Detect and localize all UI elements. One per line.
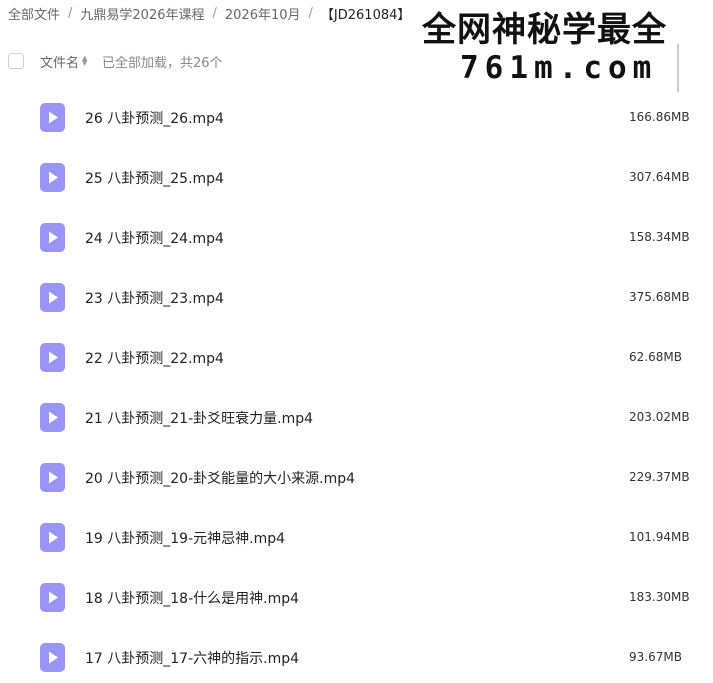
file-name[interactable]: 17 八卦预测_17-六神的指示.mp4	[85, 648, 299, 668]
video-file-icon	[40, 163, 65, 192]
file-name[interactable]: 19 八卦预测_19-元神忌神.mp4	[85, 528, 285, 548]
file-size: 183.30MB	[629, 590, 690, 604]
watermark-overlay: 全网神秘学最全 761m.com	[412, 0, 713, 96]
video-file-icon	[40, 283, 65, 312]
column-header-filename[interactable]: 文件名 ▲ ▼	[40, 52, 88, 71]
file-row[interactable]: 18 八卦预测_18-什么是用神.mp4 183.30MB	[0, 568, 713, 628]
breadcrumb-item-all-files[interactable]: 全部文件	[8, 4, 60, 23]
breadcrumb-item-course[interactable]: 九鼎易学2026年课程	[80, 4, 204, 23]
file-row[interactable]: 21 八卦预测_21-卦爻旺衰力量.mp4 203.02MB	[0, 388, 713, 448]
file-size: 229.37MB	[629, 470, 690, 484]
breadcrumb-separator: /	[308, 5, 313, 21]
file-size: 203.02MB	[629, 410, 690, 424]
watermark-url: 761m.com	[460, 50, 658, 86]
breadcrumb: 全部文件 / 九鼎易学2026年课程 / 2026年10月 / 【JD26108…	[8, 4, 411, 23]
file-size: 101.94MB	[629, 530, 690, 544]
file-name[interactable]: 21 八卦预测_21-卦爻旺衰力量.mp4	[85, 408, 313, 428]
video-file-icon	[40, 403, 65, 432]
file-size: 62.68MB	[629, 350, 682, 364]
file-name[interactable]: 26 八卦预测_26.mp4	[85, 108, 224, 128]
file-row[interactable]: 19 八卦预测_19-元神忌神.mp4 101.94MB	[0, 508, 713, 568]
file-name[interactable]: 22 八卦预测_22.mp4	[85, 348, 224, 368]
breadcrumb-separator: /	[212, 5, 217, 21]
column-header-filename-label: 文件名	[40, 55, 80, 71]
file-row[interactable]: 24 八卦预测_24.mp4 158.34MB	[0, 208, 713, 268]
file-row[interactable]: 20 八卦预测_20-卦爻能量的大小来源.mp4 229.37MB	[0, 448, 713, 508]
breadcrumb-separator: /	[68, 5, 73, 21]
list-header: 文件名 ▲ ▼ 已全部加载，共26个	[0, 50, 223, 72]
video-file-icon	[40, 463, 65, 492]
video-file-icon	[40, 523, 65, 552]
file-size: 307.64MB	[629, 170, 690, 184]
watermark-divider	[677, 44, 679, 92]
video-file-icon	[40, 223, 65, 252]
file-name[interactable]: 23 八卦预测_23.mp4	[85, 288, 224, 308]
video-file-icon	[40, 103, 65, 132]
file-row[interactable]: 26 八卦预测_26.mp4 166.86MB	[0, 88, 713, 148]
breadcrumb-item-month[interactable]: 2026年10月	[225, 4, 301, 23]
breadcrumb-item-current: 【JD261084】	[320, 7, 411, 23]
select-all-checkbox[interactable]	[8, 53, 24, 69]
watermark-title: 全网神秘学最全	[422, 10, 667, 50]
file-size: 375.68MB	[629, 290, 690, 304]
load-status-text: 已全部加载，共26个	[102, 55, 223, 71]
file-size: 158.34MB	[629, 230, 690, 244]
video-file-icon	[40, 343, 65, 372]
file-name[interactable]: 25 八卦预测_25.mp4	[85, 168, 224, 188]
sort-icon: ▲ ▼	[82, 54, 88, 67]
file-row[interactable]: 25 八卦预测_25.mp4 307.64MB	[0, 148, 713, 208]
file-row[interactable]: 17 八卦预测_17-六神的指示.mp4 93.67MB	[0, 628, 713, 683]
file-name[interactable]: 20 八卦预测_20-卦爻能量的大小来源.mp4	[85, 468, 355, 488]
video-file-icon	[40, 643, 65, 672]
file-name[interactable]: 18 八卦预测_18-什么是用神.mp4	[85, 588, 299, 608]
file-list: 26 八卦预测_26.mp4 166.86MB 25 八卦预测_25.mp4 307.…	[0, 88, 713, 683]
file-browser-page: 全部文件 / 九鼎易学2026年课程 / 2026年10月 / 【JD26108…	[0, 0, 713, 683]
file-row[interactable]: 23 八卦预测_23.mp4 375.68MB	[0, 268, 713, 328]
file-size: 166.86MB	[629, 110, 690, 124]
file-row[interactable]: 22 八卦预测_22.mp4 62.68MB	[0, 328, 713, 388]
file-size: 93.67MB	[629, 650, 682, 664]
file-name[interactable]: 24 八卦预测_24.mp4	[85, 228, 224, 248]
video-file-icon	[40, 583, 65, 612]
